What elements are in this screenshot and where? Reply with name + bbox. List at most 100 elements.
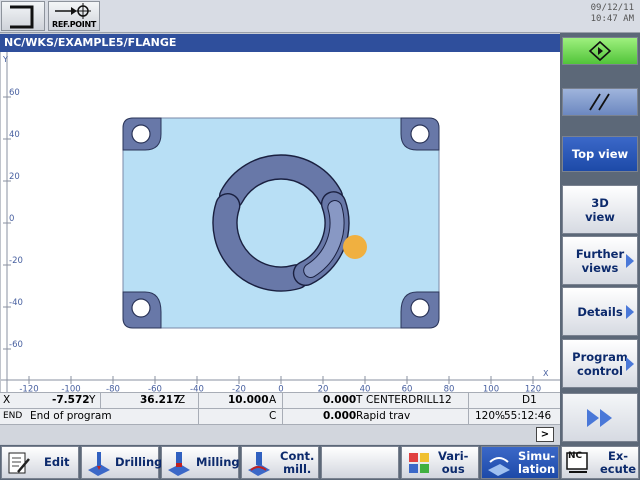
a-axis-label: A [269, 394, 277, 406]
edit-label: Edit [44, 455, 70, 469]
c-position-value: 0.000 [323, 410, 357, 422]
corner-hole-bottom-left [131, 298, 151, 318]
nc-badge: NC [568, 451, 583, 461]
program-control-label: Program control [572, 349, 628, 378]
drilling-button[interactable]: Drilling [81, 446, 163, 479]
corner-hole-top-right [410, 124, 430, 144]
details-button[interactable]: Details [562, 287, 638, 336]
y-tick-label: -20 [9, 256, 23, 266]
time-text: 10:47 AM [590, 14, 634, 24]
fast-forward-button[interactable] [562, 393, 638, 442]
machine-area-button[interactable] [1, 1, 45, 31]
ref-point-button[interactable]: REF.POINT [48, 1, 100, 31]
y-tick-label: 20 [9, 172, 20, 182]
details-label: Details [577, 304, 623, 319]
x-axis-name: X [543, 369, 549, 378]
y-position-value: 36.217 [140, 394, 181, 406]
fast-forward-icon [587, 408, 612, 427]
program-path: NC/WKS/EXAMPLE5/FLANGE [0, 34, 560, 52]
status-row-program: END End of program C 0.000 Rapid trav 12… [0, 408, 560, 425]
submenu-arrow-icon [626, 253, 634, 268]
a-position-value: 0.000 [323, 394, 357, 406]
tool-position-marker [343, 235, 367, 259]
execute-button[interactable]: NC Ex-ecute [561, 446, 639, 479]
block-indicator: END [3, 411, 23, 421]
d-offset-label: D1 [522, 394, 537, 406]
drilling-label: Drilling [115, 455, 163, 469]
x-tick-label: 120 [525, 385, 541, 392]
y-axis-label: Y [89, 394, 96, 406]
y-tick-label: -40 [9, 298, 23, 308]
start-simulation-button[interactable] [562, 37, 638, 65]
feed-override: 120% [475, 410, 506, 422]
3d-view-button[interactable]: 3D view [562, 185, 638, 234]
further-views-button[interactable]: Further views [562, 236, 638, 285]
y-axis-name: Y [2, 55, 8, 64]
machine-area-icon [10, 5, 34, 29]
3d-view-label: 3D view [585, 195, 615, 224]
y-tick-label: 40 [9, 130, 20, 140]
status-row-axes: X -7.572 Y 36.217 Z 10.000 A 0.000 T CEN… [0, 392, 560, 409]
x-tick-label: -80 [106, 385, 120, 392]
further-views-label: Further views [575, 246, 625, 275]
various-button[interactable]: Vari-ous [401, 446, 479, 479]
x-position-value: -7.572 [52, 394, 90, 406]
contour-milling-button[interactable]: Cont. mill. [241, 446, 319, 479]
milling-label: Milling [196, 455, 240, 469]
various-icon [409, 453, 429, 473]
simulation-view[interactable]: -120 -100 -80 -60 -40 -20 0 20 40 60 80 100 120 60 40 2… [0, 52, 560, 392]
diamond-start-icon [588, 40, 612, 62]
vertical-softkey-bar: Top view 3D view Further views Details Pro… [560, 33, 640, 445]
status-row-navigation: > [0, 424, 560, 444]
date-text: 09/12/11 [590, 3, 634, 13]
next-page-button[interactable]: > [536, 427, 554, 442]
execute-label: Ex-ecute [600, 448, 637, 476]
clock: 09/12/11 10:47 AM [591, 3, 634, 25]
tool-label: T [356, 394, 363, 406]
z-position-value: 10.000 [228, 394, 269, 406]
submenu-arrow-icon [626, 304, 634, 319]
y-tick-label: 0 [9, 214, 14, 224]
x-tick-label: -100 [61, 385, 80, 392]
contour-milling-label: Cont. mill. [280, 448, 315, 476]
z-axis-label: Z [178, 394, 186, 406]
x-tick-label: -20 [232, 385, 246, 392]
milling-icon [168, 452, 190, 476]
x-tick-label: 100 [483, 385, 499, 392]
y-tick-label: 60 [9, 88, 20, 98]
x-tick-label: -120 [19, 385, 38, 392]
simulation-icon [488, 457, 510, 476]
program-message: End of program [30, 410, 112, 422]
corner-hole-top-left [131, 124, 151, 144]
x-axis-label: X [3, 394, 11, 406]
horizontal-softkey-bar: Edit Drilling Milling Cont. mill. Vari- … [0, 445, 640, 480]
edit-button[interactable]: Edit [1, 446, 79, 479]
submenu-arrow-icon [626, 356, 634, 371]
corner-hole-bottom-right [410, 298, 430, 318]
x-tick-label: 60 [402, 385, 413, 392]
top-view-button[interactable]: Top view [562, 136, 638, 172]
simulation-canvas[interactable]: -120 -100 -80 -60 -40 -20 0 20 40 60 80 100 120 60 40 2… [1, 52, 560, 392]
double-slash-icon [589, 93, 610, 111]
empty-softkey[interactable] [321, 446, 399, 479]
simulation-button[interactable]: Simu-lation [481, 446, 559, 479]
x-tick-label: -40 [190, 385, 204, 392]
edit-notepad-icon [8, 452, 30, 474]
various-label: Vari-ous [438, 448, 469, 476]
parallel-view-button[interactable] [562, 88, 638, 116]
ref-point-label: REF.POINT [51, 20, 97, 29]
drilling-icon [88, 452, 110, 476]
feed-mode: Rapid trav [356, 410, 411, 422]
stock-block [122, 117, 440, 329]
x-tick-label: 20 [318, 385, 329, 392]
elapsed-time: 55:12:46 [504, 410, 552, 422]
x-tick-label: 80 [444, 385, 455, 392]
x-tick-label: 0 [278, 385, 283, 392]
top-view-label: Top view [571, 147, 629, 161]
program-control-button[interactable]: Program control [562, 339, 638, 388]
top-bar: REF.POINT 09/12/11 10:47 AM [0, 0, 640, 33]
milling-button[interactable]: Milling [161, 446, 240, 479]
tool-name: CENTERDRILL12 [366, 394, 452, 406]
ref-point-icon [55, 3, 91, 19]
contour-milling-icon [248, 452, 270, 476]
